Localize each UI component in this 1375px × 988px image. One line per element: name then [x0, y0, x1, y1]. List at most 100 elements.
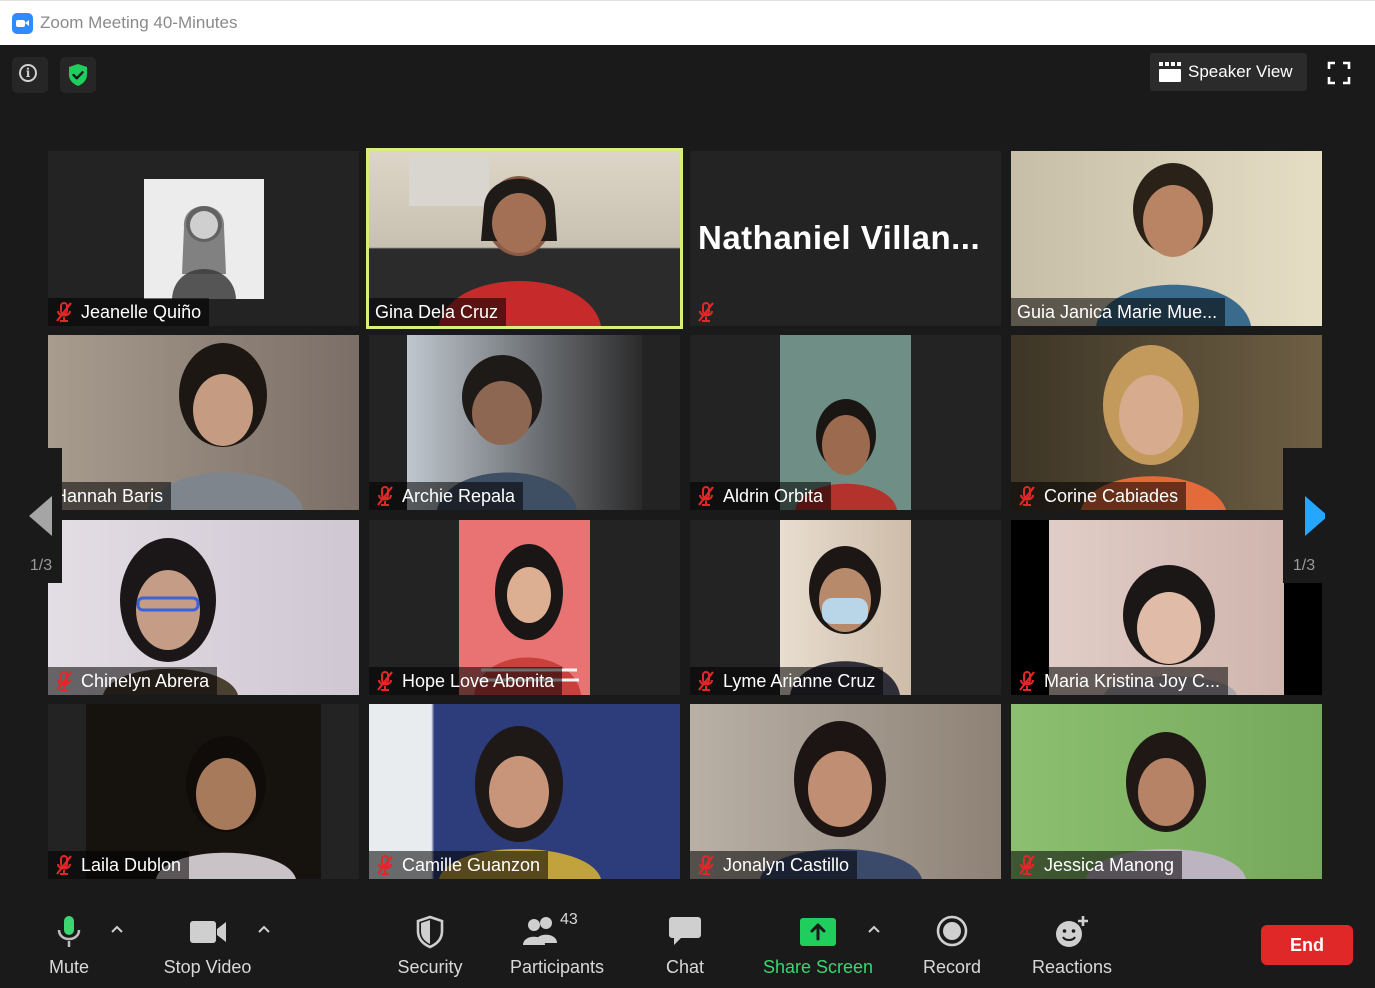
mic-muted-icon — [377, 486, 393, 506]
mic-muted-icon — [56, 302, 72, 322]
security-label: Security — [397, 957, 463, 977]
share-options-caret-icon[interactable] — [868, 925, 880, 933]
participant-name: Hannah Baris — [54, 485, 164, 506]
video-tile[interactable]: Camille Guanzon — [369, 704, 680, 879]
participant-name: Hope Love Abonita — [402, 670, 555, 691]
participant-name: Archie Repala — [402, 485, 516, 506]
video-tile[interactable]: Corine Cabiades — [1011, 335, 1322, 510]
zoom-app-icon — [12, 13, 33, 34]
participants-icon — [523, 917, 557, 945]
video-tile[interactable]: Maria Kristina Joy C... — [1011, 520, 1322, 695]
stop-video-label: Stop Video — [163, 957, 252, 977]
video-tile[interactable]: Jessica Manong — [1011, 704, 1322, 879]
video-tile[interactable]: Jonalyn Castillo — [690, 704, 1001, 879]
video-camera-icon — [189, 921, 226, 943]
mic-muted-icon — [56, 671, 72, 691]
info-icon: i — [19, 64, 37, 82]
video-tile[interactable]: Hannah Baris — [48, 335, 359, 510]
mic-muted-icon — [377, 671, 393, 691]
share-screen-icon — [800, 918, 836, 946]
video-tile[interactable]: Guia Janica Marie Mue... — [1011, 151, 1322, 326]
video-tile[interactable]: Lyme Arianne Cruz — [690, 520, 1001, 695]
participant-name-bar: Jonalyn Castillo — [690, 851, 858, 879]
participant-name: Laila Dublon — [81, 854, 182, 875]
chat-bubble-icon — [669, 917, 701, 945]
reactions-label: Reactions — [1031, 957, 1113, 977]
end-meeting-button[interactable]: End — [1261, 925, 1353, 965]
window-title: Zoom Meeting 40-Minutes — [40, 13, 238, 32]
mute-label: Mute — [48, 957, 90, 977]
encryption-button[interactable] — [60, 57, 96, 93]
microphone-icon — [57, 916, 81, 947]
video-tile[interactable]: Jeanelle Quiño — [48, 151, 359, 326]
video-tile[interactable]: Laila Dublon — [48, 704, 359, 879]
mic-muted-icon — [1019, 855, 1035, 875]
chevron-left-icon — [29, 496, 52, 536]
page-indicator: 1/3 — [1292, 557, 1316, 574]
participant-name-bar: Lyme Arianne Cruz — [690, 667, 884, 695]
participants-label: Participants — [509, 957, 605, 977]
participant-name-bar: Corine Cabiades — [1011, 482, 1187, 510]
participant-name: Camille Guanzon — [402, 854, 541, 875]
mute-options-caret-icon[interactable] — [111, 925, 123, 933]
participants-icon-group: 43 — [522, 911, 592, 945]
previous-page-button[interactable]: 1/3 — [20, 448, 62, 583]
participant-name-bar: Chinelyn Abrera — [48, 667, 218, 695]
chevron-right-icon — [1305, 496, 1325, 536]
chat-button[interactable]: Chat — [655, 897, 715, 988]
video-tile[interactable]: Chinelyn Abrera — [48, 520, 359, 695]
participant-name-bar: Hannah Baris — [48, 482, 172, 510]
record-label: Record — [922, 957, 982, 977]
security-button[interactable]: Security — [390, 897, 470, 988]
record-icon — [936, 915, 968, 947]
fullscreen-icon[interactable] — [1327, 61, 1351, 85]
mic-muted-icon — [377, 855, 393, 875]
participant-name-bar: Aldrin Orbita — [690, 482, 832, 510]
mic-muted-icon — [698, 671, 714, 691]
participant-name-bar — [690, 298, 731, 326]
participants-button[interactable]: 43 Participants — [504, 897, 610, 988]
speaker-view-label: Speaker View — [1188, 62, 1293, 81]
participant-name: Jonalyn Castillo — [723, 854, 850, 875]
participant-photo — [144, 179, 264, 299]
video-tile[interactable]: Aldrin Orbita — [690, 335, 1001, 510]
mic-muted-icon — [1019, 486, 1035, 506]
title-bar: Zoom Meeting 40-Minutes — [0, 0, 1375, 45]
participant-count-badge: 43 — [560, 911, 578, 928]
speaker-view-button[interactable]: Speaker View — [1150, 53, 1307, 91]
participant-name-bar: Guia Janica Marie Mue... — [1011, 298, 1226, 326]
video-tile[interactable]: Nathaniel Villan... — [690, 151, 1001, 326]
share-screen-label: Share Screen — [762, 957, 874, 977]
participant-name: Gina Dela Cruz — [375, 301, 499, 322]
video-tile[interactable]: Archie Repala — [369, 335, 680, 510]
page-indicator: 1/3 — [29, 557, 53, 574]
mic-muted-icon — [698, 302, 714, 322]
chat-label: Chat — [665, 957, 705, 977]
participant-name-bar: Hope Love Abonita — [369, 667, 563, 695]
share-screen-button[interactable]: Share Screen — [760, 897, 876, 988]
next-page-button[interactable]: 1/3 — [1283, 448, 1325, 583]
participant-name-bar: Jeanelle Quiño — [48, 298, 210, 326]
participant-name-bar: Gina Dela Cruz — [369, 298, 507, 326]
video-options-caret-icon[interactable] — [258, 925, 270, 933]
mic-muted-icon — [56, 855, 72, 875]
meeting-toolbar: Mute Stop Video Security 43 Participants — [0, 897, 1372, 988]
participant-name-large: Nathaniel Villan... — [698, 219, 981, 256]
participant-name-bar: Jessica Manong — [1011, 851, 1183, 879]
shield-check-icon — [69, 64, 87, 86]
reactions-button[interactable]: Reactions — [1026, 897, 1118, 988]
participant-name: Jessica Manong — [1044, 854, 1175, 875]
stop-video-button[interactable]: Stop Video — [155, 897, 260, 988]
record-button[interactable]: Record — [915, 897, 989, 988]
participant-name-bar: Laila Dublon — [48, 851, 190, 879]
video-tile[interactable]: Hope Love Abonita — [369, 520, 680, 695]
mic-muted-icon — [1019, 671, 1035, 691]
meeting-area: i Speaker View Jeanelle Quiño Gina Dela … — [0, 45, 1372, 988]
meeting-info-button[interactable]: i — [12, 57, 48, 93]
mute-button[interactable]: Mute — [28, 897, 110, 988]
participant-name: Aldrin Orbita — [723, 485, 824, 506]
video-tile-active-speaker[interactable]: Gina Dela Cruz — [366, 148, 683, 329]
participant-name-bar: Camille Guanzon — [369, 851, 549, 879]
shield-icon — [416, 915, 444, 949]
speaker-view-icon — [1159, 62, 1181, 82]
